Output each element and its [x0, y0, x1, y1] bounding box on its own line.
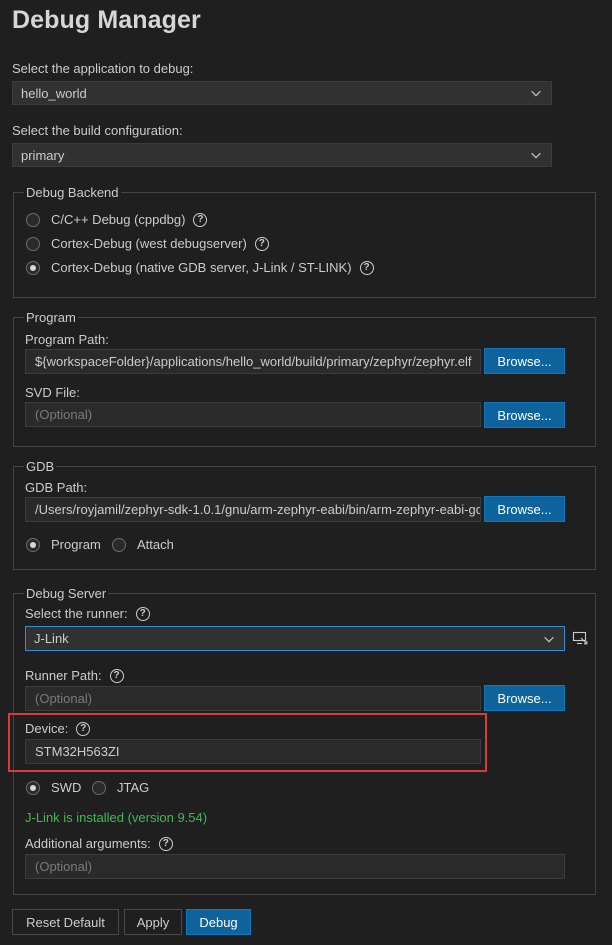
chevron-down-icon: [531, 90, 541, 97]
args-placeholder: (Optional): [35, 859, 93, 874]
debug-server-legend: Debug Server: [24, 586, 109, 601]
help-icon[interactable]: ?: [254, 236, 269, 251]
runner-path-label: Runner Path:: [25, 668, 102, 683]
device-value: STM32H563ZI: [35, 744, 120, 759]
radio-button-selected[interactable]: [26, 780, 40, 795]
chevron-down-icon: [531, 152, 541, 159]
radio-button[interactable]: [92, 780, 106, 795]
runner-path-input[interactable]: (Optional): [25, 686, 481, 711]
runner-select-value: J-Link: [34, 631, 69, 646]
help-icon[interactable]: ?: [135, 606, 150, 621]
program-path-input[interactable]: ${workspaceFolder}/applications/hello_wo…: [25, 349, 481, 374]
svd-file-label: SVD File:: [25, 385, 80, 400]
radio-button[interactable]: [26, 212, 40, 227]
application-label: Select the application to debug:: [12, 61, 194, 76]
svd-file-placeholder: (Optional): [35, 407, 93, 422]
gdb-mode-program[interactable]: Program: [26, 537, 101, 552]
help-icon[interactable]: ?: [76, 721, 91, 736]
gdb-browse-button[interactable]: Browse...: [484, 496, 565, 522]
runner-path-placeholder: (Optional): [35, 691, 93, 706]
runner-label: Select the runner:: [25, 606, 128, 621]
gdb-path-label: GDB Path:: [25, 480, 88, 495]
build-config-label: Select the build configuration:: [12, 123, 183, 138]
build-config-select-value: primary: [21, 147, 65, 163]
backend-option-native-gdb[interactable]: Cortex-Debug (native GDB server, J-Link …: [26, 260, 374, 275]
backend-option-label: C/C++ Debug (cppdbg): [51, 212, 186, 227]
runner-select[interactable]: J-Link: [25, 626, 565, 651]
backend-option-west-debugserver[interactable]: Cortex-Debug (west debugserver) ?: [26, 236, 269, 251]
gdb-path-value: /Users/royjamil/zephyr-sdk-1.0.1/gnu/arm…: [35, 502, 481, 517]
reset-default-button[interactable]: Reset Default: [12, 909, 119, 935]
chevron-down-icon: [544, 636, 554, 642]
svd-file-input[interactable]: (Optional): [25, 402, 481, 427]
gdb-mode-attach[interactable]: Attach: [112, 537, 174, 552]
runner-path-label-row: Runner Path: ?: [25, 668, 124, 683]
gdb-path-input[interactable]: /Users/royjamil/zephyr-sdk-1.0.1/gnu/arm…: [25, 497, 481, 522]
runner-browse-button[interactable]: Browse...: [484, 685, 565, 711]
radio-button[interactable]: [26, 236, 40, 251]
program-path-label: Program Path:: [25, 332, 109, 347]
radio-button-selected[interactable]: [26, 537, 40, 552]
svd-browse-button[interactable]: Browse...: [484, 402, 565, 428]
backend-option-label: Cortex-Debug (native GDB server, J-Link …: [51, 260, 352, 275]
gdb-mode-label: Program: [51, 537, 101, 552]
interface-label: JTAG: [117, 780, 150, 795]
build-config-select[interactable]: primary: [12, 143, 552, 167]
radio-button[interactable]: [112, 537, 126, 552]
gdb-legend: GDB: [24, 459, 57, 474]
device-input[interactable]: STM32H563ZI: [25, 739, 481, 764]
device-label-row: Device: ?: [25, 721, 91, 736]
interface-swd[interactable]: SWD: [26, 780, 81, 795]
program-path-value: ${workspaceFolder}/applications/hello_wo…: [35, 354, 472, 369]
jlink-status-text: J-Link is installed (version 9.54): [25, 810, 208, 825]
interface-jtag[interactable]: JTAG: [92, 780, 149, 795]
device-label: Device:: [25, 721, 69, 736]
args-input[interactable]: (Optional): [25, 854, 565, 879]
help-icon[interactable]: ?: [193, 212, 208, 227]
interface-label: SWD: [51, 780, 82, 795]
apply-button[interactable]: Apply: [124, 909, 182, 935]
program-legend: Program: [24, 310, 78, 325]
program-browse-button[interactable]: Browse...: [484, 348, 565, 374]
help-icon[interactable]: ?: [109, 668, 124, 683]
backend-option-label: Cortex-Debug (west debugserver): [51, 236, 247, 251]
application-select[interactable]: hello_world: [12, 81, 552, 105]
application-select-value: hello_world: [21, 85, 87, 101]
page-title: Debug Manager: [12, 6, 201, 34]
debug-backend-legend: Debug Backend: [24, 185, 121, 200]
device-settings-icon[interactable]: [572, 630, 588, 646]
help-icon[interactable]: ?: [158, 836, 173, 851]
debug-button[interactable]: Debug: [186, 909, 251, 935]
help-icon[interactable]: ?: [359, 260, 374, 275]
gdb-mode-label: Attach: [137, 537, 174, 552]
args-label-row: Additional arguments: ?: [25, 836, 173, 851]
args-label: Additional arguments:: [25, 836, 151, 851]
runner-label-row: Select the runner: ?: [25, 606, 150, 621]
backend-option-cppdbg[interactable]: C/C++ Debug (cppdbg) ?: [26, 212, 208, 227]
radio-button-selected[interactable]: [26, 260, 40, 275]
